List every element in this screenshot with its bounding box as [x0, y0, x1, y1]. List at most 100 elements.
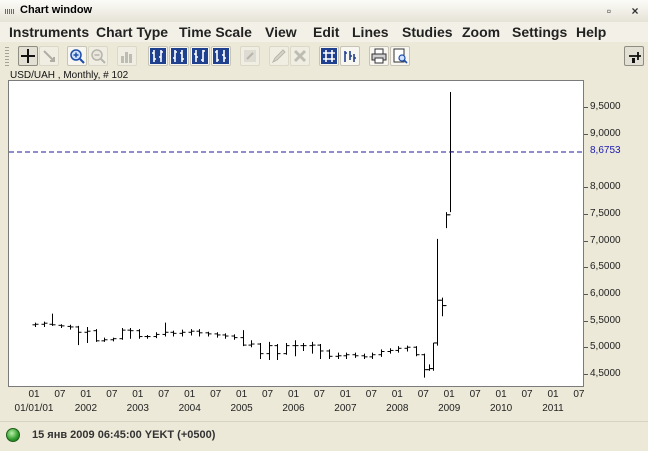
ohlc-bar	[292, 340, 299, 357]
grid-icon	[321, 48, 337, 64]
zoom-out-button[interactable]	[88, 46, 108, 66]
menu-edit[interactable]: Edit	[313, 24, 339, 40]
ohlc-bar	[421, 353, 428, 378]
ohlc-bar	[395, 346, 402, 353]
zoom-in-icon	[70, 49, 85, 64]
ohlc-bar	[32, 322, 39, 327]
menu-settings[interactable]: Settings	[512, 24, 567, 40]
ohlc-bar	[222, 333, 229, 339]
ohlc-bar	[101, 337, 108, 342]
y-tick-label: 9,5000	[584, 101, 621, 112]
ohlc-bar	[443, 212, 450, 307]
ohlc-bar	[58, 324, 65, 329]
y-tick-label: 9,0000	[584, 128, 621, 139]
ohlc-bar	[136, 329, 143, 339]
print-preview-icon	[393, 48, 408, 64]
x-month-label: 07	[261, 389, 274, 400]
ohlc-bars-4-icon	[213, 48, 229, 64]
delete-button[interactable]	[290, 46, 310, 66]
ohlc-bar	[326, 349, 333, 359]
studies-list-icon	[344, 51, 356, 62]
edit-disabled-button[interactable]	[240, 46, 260, 66]
ohlc-bars-4-button[interactable]	[211, 46, 231, 66]
toolbar	[0, 43, 648, 70]
ohlc-bar	[84, 326, 91, 343]
ohlc-bars-3-button[interactable]	[190, 46, 210, 66]
ohlc-bar	[93, 329, 100, 342]
delete-icon	[293, 49, 307, 63]
menu-view[interactable]: View	[265, 24, 297, 40]
ohlc-bar	[447, 91, 454, 216]
ohlc-bars-3-icon	[192, 48, 208, 64]
x-month-label: 07	[573, 389, 585, 400]
print-preview-button[interactable]	[390, 46, 410, 66]
y-tick-label: 5,0000	[584, 341, 621, 352]
ohlc-bar	[248, 340, 255, 348]
current-price-label: 8,6753	[590, 145, 621, 157]
ohlc-bar	[162, 322, 169, 337]
time-axis: 01 07 01 07 01 07 01 07 01 07 01 07 01 07 01 07 01 07 01 07…	[8, 387, 585, 417]
ohlc-bar	[266, 341, 273, 361]
chart-plot-area[interactable]	[8, 80, 584, 387]
y-tick-mark	[584, 374, 588, 375]
ohlc-bar	[352, 352, 359, 358]
window-grip-icon[interactable]	[5, 9, 15, 14]
y-tick-mark	[584, 293, 588, 295]
menu-help[interactable]: Help	[576, 24, 606, 40]
menu-time-scale[interactable]: Time Scale	[179, 24, 252, 40]
x-month-label: 07	[469, 389, 481, 400]
menu-zoom[interactable]: Zoom	[462, 24, 500, 40]
zoom-out-icon	[91, 49, 106, 64]
pencil-button[interactable]	[269, 46, 289, 66]
y-tick-mark	[584, 347, 588, 349]
ohlc-bar	[67, 324, 74, 330]
menu-studies[interactable]: Studies	[402, 24, 453, 40]
ohlc-bar	[274, 344, 281, 361]
ohlc-bar	[404, 345, 411, 352]
menu-lines[interactable]: Lines	[352, 24, 389, 40]
x-month-label: 07	[106, 389, 118, 400]
ohlc-bar	[361, 353, 368, 359]
crosshair-icon	[21, 49, 35, 63]
ohlc-bars-alt-button[interactable]	[169, 46, 189, 66]
menu-chart-type[interactable]: Chart Type	[96, 24, 168, 40]
drag-icon	[43, 50, 55, 62]
y-tick-mark	[584, 107, 588, 108]
crosshair-button[interactable]	[18, 46, 38, 66]
ohlc-bar	[179, 329, 186, 337]
x-month-label: 01	[184, 389, 196, 400]
studies-list-button[interactable]	[340, 46, 360, 66]
volume-button[interactable]	[117, 46, 137, 66]
x-month-label: 01	[391, 389, 403, 400]
ohlc-bar	[317, 344, 324, 359]
status-time: 15 янв 2009 06:45:00 YEKT (+0500)	[32, 429, 216, 441]
ohlc-bar	[170, 330, 177, 337]
x-month-label: 01	[443, 389, 455, 400]
ohlc-bar	[387, 348, 394, 354]
ohlc-bar	[41, 321, 48, 327]
print-button[interactable]	[369, 46, 389, 66]
pin-button[interactable]	[624, 46, 644, 66]
drag-button[interactable]	[39, 46, 59, 66]
ohlc-bar	[205, 331, 212, 337]
ohlc-bar	[378, 349, 385, 357]
connection-status-icon	[6, 428, 20, 442]
y-tick-label: 6,5000	[584, 261, 621, 272]
ohlc-bar	[188, 329, 195, 336]
minimize-icon[interactable]: ▫	[602, 4, 616, 18]
ohlc-bar	[434, 238, 441, 346]
toolbar-grip[interactable]	[5, 47, 9, 66]
y-tick-mark	[584, 187, 588, 189]
y-tick-label: 5,5000	[584, 315, 621, 326]
ohlc-bar	[343, 352, 350, 359]
close-icon[interactable]: ×	[628, 4, 642, 18]
menu-instruments[interactable]: Instruments	[9, 24, 89, 40]
grid-button[interactable]	[319, 46, 339, 66]
menu-bar: Instruments Chart Type Time Scale View E…	[0, 22, 648, 42]
x-month-label: 07	[417, 389, 429, 400]
x-month-label: 01	[132, 389, 144, 400]
zoom-in-button[interactable]	[67, 46, 87, 66]
ohlc-bars-button[interactable]	[148, 46, 168, 66]
ohlc-bar	[153, 332, 160, 339]
x-month-label: 01	[80, 389, 92, 400]
